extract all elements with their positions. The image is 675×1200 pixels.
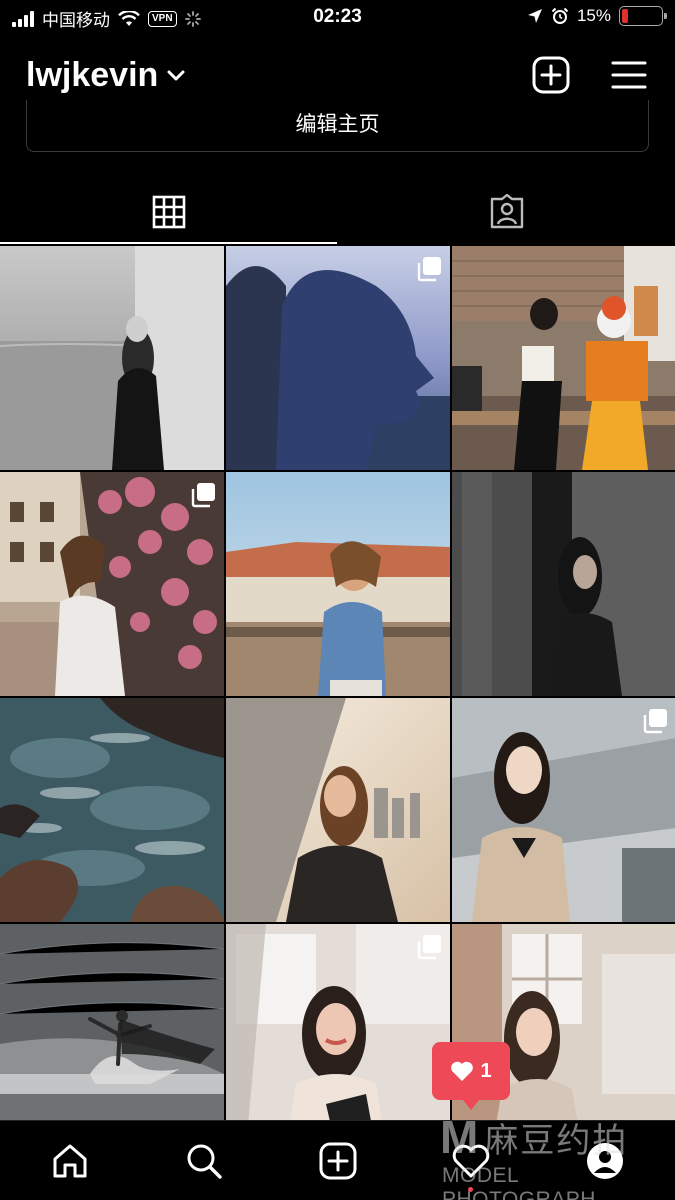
status-bar: 中国移动 VPN 02:23 15% bbox=[0, 0, 675, 34]
multiple-photos-icon bbox=[191, 483, 215, 508]
battery-percent: 15% bbox=[576, 6, 611, 25]
grid-post[interactable] bbox=[452, 698, 675, 922]
tagged-icon bbox=[490, 194, 523, 229]
new-post-icon[interactable] bbox=[532, 56, 570, 94]
likes-count: 1 bbox=[480, 1059, 492, 1082]
tab-tagged[interactable] bbox=[338, 180, 675, 244]
activity-notification[interactable]: 1 bbox=[432, 1042, 510, 1110]
active-tab-indicator bbox=[0, 242, 337, 244]
edit-profile-button[interactable]: 编辑主页 bbox=[26, 100, 649, 152]
post-image bbox=[452, 246, 675, 470]
grid-post[interactable] bbox=[226, 924, 450, 1120]
post-image bbox=[0, 246, 224, 470]
heart-filled-icon bbox=[451, 1061, 474, 1081]
home-icon[interactable] bbox=[50, 1141, 90, 1181]
grid-post[interactable] bbox=[452, 246, 675, 470]
multiple-photos-icon bbox=[417, 935, 441, 960]
profile-tabs bbox=[0, 180, 675, 244]
bottom-nav bbox=[0, 1120, 675, 1200]
new-post-icon[interactable] bbox=[318, 1141, 358, 1181]
battery-icon bbox=[619, 6, 667, 26]
username-label: lwjkevin bbox=[26, 56, 159, 94]
battery-level bbox=[622, 9, 628, 23]
post-image bbox=[226, 698, 450, 922]
activity-icon[interactable] bbox=[451, 1141, 491, 1181]
location-arrow-icon bbox=[527, 9, 542, 23]
grid-post[interactable] bbox=[452, 472, 675, 696]
status-right: 15% bbox=[527, 6, 667, 26]
post-image bbox=[452, 472, 675, 696]
grid-post[interactable] bbox=[0, 472, 224, 696]
grid-post[interactable] bbox=[226, 246, 450, 470]
activity-dot bbox=[468, 1187, 473, 1192]
search-icon[interactable] bbox=[184, 1141, 224, 1181]
post-image bbox=[226, 472, 450, 696]
grid-post[interactable] bbox=[0, 924, 224, 1120]
multiple-photos-icon bbox=[643, 709, 667, 734]
grid-post[interactable] bbox=[0, 246, 224, 470]
account-switcher[interactable]: lwjkevin bbox=[26, 56, 186, 95]
multiple-photos-icon bbox=[417, 257, 441, 282]
grid-post[interactable] bbox=[226, 472, 450, 696]
alarm-icon bbox=[551, 7, 569, 24]
tab-grid[interactable] bbox=[0, 180, 337, 244]
photo-grid bbox=[0, 246, 675, 1120]
post-image bbox=[0, 698, 224, 922]
profile-header: lwjkevin bbox=[0, 44, 675, 104]
grid-icon bbox=[152, 195, 185, 229]
grid-post[interactable] bbox=[226, 698, 450, 922]
profile-icon[interactable] bbox=[585, 1141, 625, 1181]
chevron-down-icon bbox=[167, 70, 185, 80]
grid-post[interactable] bbox=[0, 698, 224, 922]
post-image bbox=[0, 924, 224, 1120]
menu-icon[interactable] bbox=[610, 56, 648, 94]
